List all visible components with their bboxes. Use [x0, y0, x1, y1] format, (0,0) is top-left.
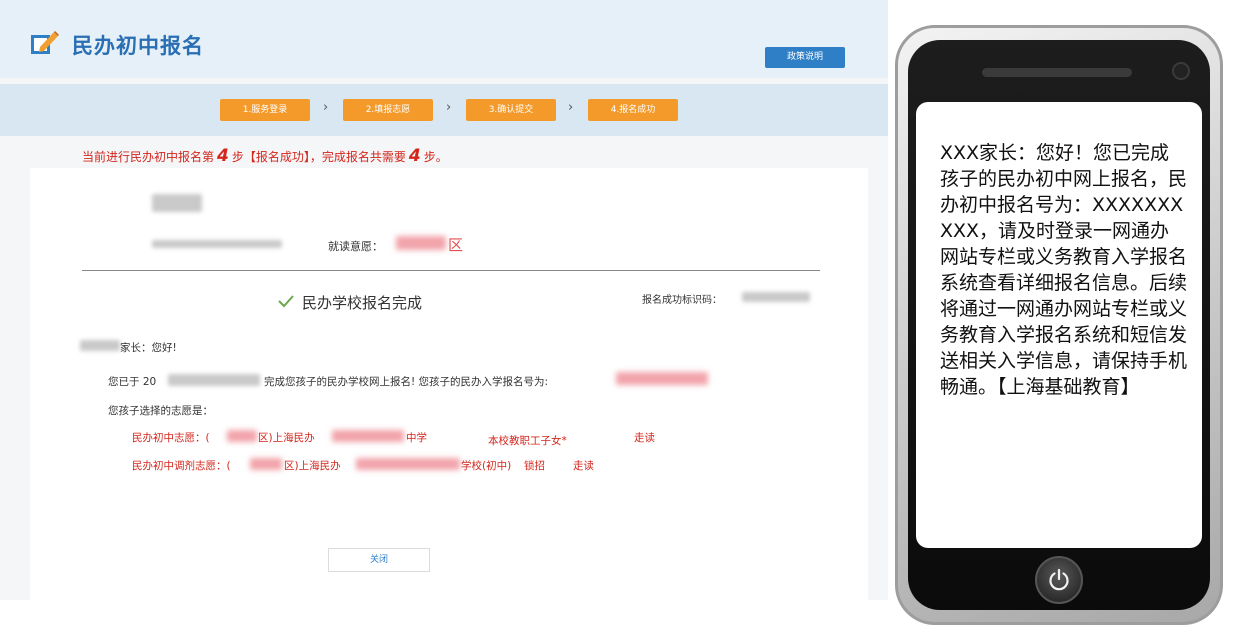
check-icon: [278, 295, 294, 308]
redacted-registration-number: [616, 372, 708, 385]
step-arrow: ›: [446, 100, 452, 115]
front-camera: [1172, 62, 1190, 80]
edit-document-icon: [31, 31, 59, 54]
site-header: 民办初中报名 政策说明: [0, 0, 888, 78]
sms-message: XXX家长：您好！您已完成孩子的民办初中网上报名，民办初中报名号为：XXXXXX…: [940, 142, 1188, 398]
choice2-tag: 锁招: [524, 460, 545, 472]
redacted-school: [332, 430, 404, 442]
choice2-district: 区)上海民办: [284, 460, 341, 472]
success-id-label: 报名成功标识码：: [642, 295, 722, 306]
policy-help-button[interactable]: 政策说明: [765, 47, 845, 68]
intent-label: 就读意愿：: [328, 240, 383, 253]
power-icon: [1049, 568, 1069, 591]
speaker-grille: [982, 68, 1132, 77]
intent-district-suffix: 区: [448, 236, 464, 254]
choices-heading: 您孩子选择的志愿是：: [108, 405, 213, 417]
choice2-mode: 走读: [573, 460, 594, 472]
redacted-name: [152, 194, 202, 212]
redacted-school: [356, 458, 460, 470]
registration-result-card: 就读意愿： 区 民办学校报名完成 报名成功标识码： 家长：您好! 您已于 20 …: [30, 168, 868, 600]
step-3: 3.确认提交: [466, 99, 556, 121]
phone-body: XXX家长：您好！您已完成孩子的民办初中网上报名，民办初中报名号为：XXXXXX…: [908, 40, 1210, 610]
redacted-parent-name: [80, 340, 120, 351]
choice1-school-suffix: 中学: [406, 432, 427, 444]
redacted-district: [396, 236, 446, 250]
submit-date-prefix: 您已于 20: [108, 376, 157, 388]
redacted-district: [250, 458, 282, 470]
choice2-school-suffix: 学校(初中): [461, 460, 512, 472]
step-arrow: ›: [568, 100, 574, 115]
phone: XXX家长：您好！您已完成孩子的民办初中网上报名，民办初中报名号为：XXXXXX…: [895, 25, 1223, 625]
divider: [82, 270, 820, 271]
phone-screen: XXX家长：您好！您已完成孩子的民办初中网上报名，民办初中报名号为：XXXXXX…: [916, 102, 1202, 548]
choice1-district: 区)上海民办: [258, 432, 315, 444]
home-button[interactable]: [1035, 556, 1083, 604]
step-2: 2.填报志愿: [343, 99, 433, 121]
web-page: 民办初中报名 政策说明 1.服务登录 › 2.填报志愿 › 3.确认提交 › 4…: [0, 0, 888, 600]
redacted-district: [227, 430, 257, 442]
choice1-mode: 走读: [634, 432, 655, 444]
close-button[interactable]: 关闭: [328, 548, 430, 572]
completion-title: 民办学校报名完成: [302, 294, 423, 312]
greeting: 家长：您好!: [120, 342, 177, 354]
progress-notice: 当前进行民办初中报名第 4 步【报名成功】，完成报名共需要 4 步。: [82, 146, 448, 166]
choice1-label: 民办初中志愿：(: [132, 432, 210, 444]
step-4: 4.报名成功: [588, 99, 678, 121]
choice1-note: 本校教职工子女*: [488, 435, 567, 447]
redacted-date: [168, 374, 260, 386]
redacted-info: [152, 240, 282, 248]
step-bar: 1.服务登录 › 2.填报志愿 › 3.确认提交 › 4.报名成功: [0, 84, 888, 136]
redacted-success-id: [742, 292, 810, 302]
step-1: 1.服务登录: [220, 99, 310, 121]
site-title: 民办初中报名: [72, 34, 204, 58]
choice2-label: 民办初中调剂志愿：(: [132, 460, 231, 472]
step-arrow: ›: [323, 100, 329, 115]
registration-sentence: 完成您孩子的民办学校网上报名! 您孩子的民办入学报名号为:: [264, 376, 549, 388]
